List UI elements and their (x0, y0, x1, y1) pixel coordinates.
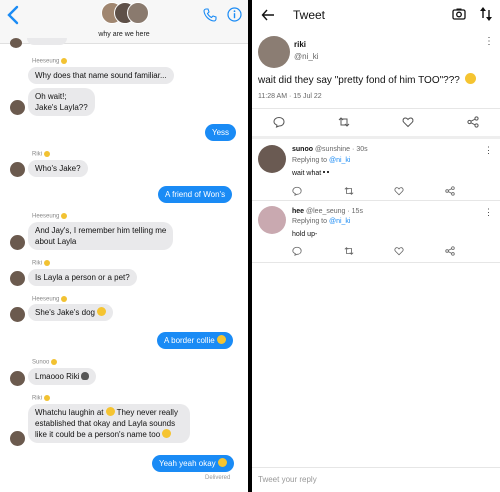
phone-icon[interactable] (203, 8, 217, 22)
message-bubble-outgoing[interactable]: Yeah yeah okay (152, 455, 234, 472)
reply-icon[interactable] (292, 186, 302, 196)
back-chevron-icon[interactable] (6, 5, 20, 25)
more-options-icon[interactable]: ⋮ (484, 208, 493, 217)
avatar (10, 235, 25, 250)
reply-icon[interactable] (273, 116, 285, 128)
like-icon[interactable] (402, 116, 414, 128)
laughing-emoji-icon (162, 429, 172, 438)
reply-author[interactable]: hee @lee_seung · 15s (292, 208, 363, 215)
avatar (10, 307, 25, 322)
crying-emoji-icon (464, 73, 476, 84)
skull-emoji-icon (81, 372, 90, 380)
message-bubble-outgoing[interactable]: A friend of Won's (158, 186, 233, 203)
camera-icon[interactable] (452, 7, 466, 21)
share-icon[interactable] (467, 116, 479, 128)
tweet-timestamp: 11:28 AM · 15 Jul 22 (258, 93, 322, 100)
sort-icon[interactable] (479, 6, 493, 22)
avatar (127, 2, 149, 24)
tweet-text: wait did they say "pretty fond of him TO… (258, 73, 496, 86)
page-title: Tweet (293, 8, 326, 22)
imessage-panel: why are we here Heeseung Why does that n… (0, 0, 248, 492)
group-name[interactable]: why are we here (0, 31, 248, 38)
reply-text: wait what (292, 170, 330, 177)
share-icon[interactable] (445, 246, 455, 256)
author-avatar[interactable] (258, 36, 290, 68)
laughing-emoji-icon (96, 307, 106, 316)
avatar (10, 431, 25, 446)
share-icon[interactable] (445, 186, 455, 196)
reply-author[interactable]: sunoo @sunshine · 30s (292, 146, 368, 153)
author-name[interactable]: riki (294, 40, 306, 49)
tweet-header: Tweet (252, 0, 500, 30)
message-bubble[interactable]: Oh wait!; Jake's Layla?? (28, 88, 95, 116)
laughing-emoji-icon (216, 335, 226, 344)
sender-name: Riki (32, 151, 50, 158)
sender-name: Sunoo (32, 359, 58, 366)
avatar (10, 100, 25, 115)
more-options-icon[interactable]: ⋮ (484, 37, 494, 47)
message-bubble[interactable]: Is Layla a person or a pet? (28, 269, 137, 286)
message-bubble[interactable]: And Jay's, I remember him telling me abou… (28, 222, 174, 250)
group-avatars[interactable] (101, 2, 151, 26)
more-options-icon[interactable]: ⋮ (484, 146, 493, 155)
avatar (10, 371, 25, 386)
delivered-status: Delivered (205, 475, 231, 481)
replying-to: Replying to @ni_ki (292, 157, 351, 164)
sender-name: Heeseung (32, 58, 68, 65)
divider (252, 200, 500, 201)
divider (252, 136, 500, 139)
avatar (10, 271, 25, 286)
laughing-emoji-icon (217, 458, 227, 467)
retweet-icon[interactable] (344, 186, 354, 196)
message-bubble-outgoing[interactable]: A border collie (157, 332, 233, 349)
reply-input[interactable]: Tweet your reply (258, 475, 317, 484)
back-arrow-icon[interactable] (261, 8, 275, 22)
retweet-icon[interactable] (344, 246, 354, 256)
retweet-icon[interactable] (338, 116, 350, 128)
reply-avatar[interactable] (258, 145, 286, 173)
sender-name: Heeseung (32, 213, 68, 220)
info-icon[interactable] (227, 7, 242, 22)
avatar (10, 162, 25, 177)
message-bubble[interactable]: Why does that name sound familiar... (28, 67, 174, 84)
divider (252, 108, 500, 109)
sender-name: Heeseung (32, 296, 68, 303)
reply-text: hold up- (292, 231, 318, 238)
laughing-emoji-icon (105, 407, 115, 416)
replying-to: Replying to @ni_ki (292, 218, 351, 225)
message-bubble-cutoff (27, 38, 67, 45)
author-handle[interactable]: @ni_ki (294, 52, 319, 61)
like-icon[interactable] (394, 186, 404, 196)
message-bubble[interactable]: Whatchu laughin at They never really est… (28, 404, 190, 443)
message-bubble[interactable]: She's Jake's dog (28, 304, 113, 321)
message-bubble-outgoing[interactable]: Yess (205, 124, 237, 141)
reply-avatar[interactable] (258, 206, 286, 234)
reply-icon[interactable] (292, 246, 302, 256)
message-bubble[interactable]: Lmaooo Riki (28, 368, 97, 385)
like-icon[interactable] (394, 246, 404, 256)
message-bubble[interactable]: Who's Jake? (28, 160, 88, 177)
reply-composer[interactable]: Tweet your reply (252, 467, 500, 492)
tweet-panel: Tweet riki @ni_ki ⋮ wait did they say "p… (252, 0, 500, 492)
divider (252, 262, 500, 263)
sender-name: Riki (32, 260, 50, 267)
avatar (10, 38, 22, 48)
sender-name: Riki (32, 395, 50, 402)
